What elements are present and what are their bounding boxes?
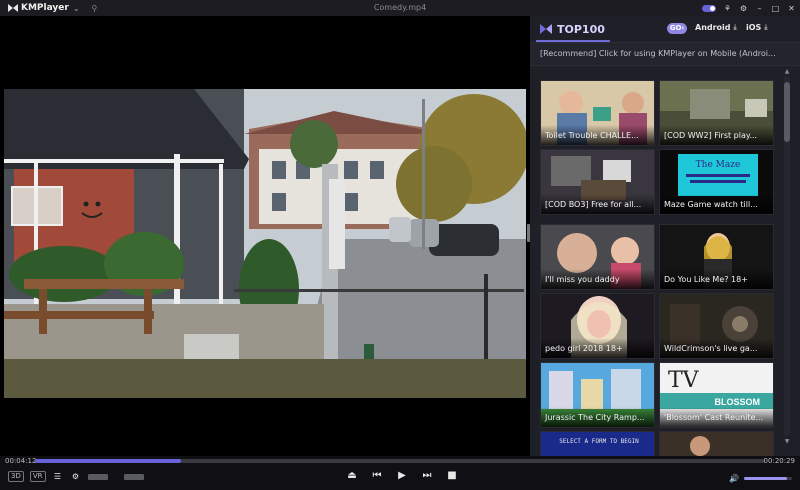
video-thumbnail[interactable]: Do You Like Me? 18+ — [659, 224, 774, 290]
3d-button[interactable]: 3D — [8, 471, 24, 482]
recommend-banner[interactable]: [Recommend] Click for using KMPlayer on … — [530, 42, 800, 66]
video-frame[interactable] — [4, 89, 526, 398]
video-title: Do You Like Me? 18+ — [660, 269, 773, 289]
eject-icon[interactable]: ⏏ — [346, 470, 358, 481]
go-button[interactable]: GO› — [667, 23, 687, 34]
pin-icon[interactable]: ⚲ — [92, 4, 98, 13]
seek-row: 00:04:12 00:20:29 — [0, 456, 800, 466]
ios-download-link[interactable]: iOS ⤓ — [746, 23, 767, 32]
vr-button[interactable]: VR — [29, 471, 46, 482]
video-title: [COD WW2] First play... — [660, 125, 773, 145]
top100-logo-icon — [540, 24, 552, 34]
playlist-icon[interactable]: ☰ — [52, 472, 64, 481]
video-title: Maze Game watch till... — [660, 194, 773, 214]
settings-icon[interactable]: ⚙ — [739, 4, 748, 13]
previous-icon[interactable]: ⏮ — [371, 470, 383, 481]
thumbnail-image — [660, 432, 773, 456]
video-area[interactable] — [0, 16, 530, 456]
chevron-down-icon: ⌄ — [72, 3, 80, 13]
video-scene — [4, 89, 526, 398]
video-title: pedo girl 2018 18+ — [541, 338, 654, 358]
app-menu-button[interactable]: KMPlayer ⌄ — [8, 3, 80, 13]
panel-header: TOP100 GO› Android ⤓ iOS ⤓ — [530, 16, 800, 42]
download-icon: ⤓ — [764, 23, 768, 31]
audio-toggle[interactable] — [123, 473, 144, 480]
panel-title[interactable]: TOP100 — [557, 23, 605, 36]
maze-title-text: The Maze — [696, 160, 741, 170]
stop-icon[interactable]: ■ — [446, 470, 458, 481]
video-title: WildCrimson's live ga... — [660, 338, 773, 358]
android-download-link[interactable]: Android ⤓ — [695, 23, 737, 32]
next-icon[interactable]: ⏭ — [421, 470, 433, 481]
title-bar: KMPlayer ⌄ ⚲ Comedy.mp4 ⚘ ⚙ – □ ✕ — [0, 0, 800, 16]
video-thumbnail[interactable]: [COD BO3] Free for all... — [540, 149, 655, 215]
video-thumbnail[interactable]: I'll miss you daddy — [540, 224, 655, 290]
subtitle-toggle[interactable] — [87, 473, 108, 480]
close-button[interactable]: ✕ — [787, 4, 796, 13]
maximize-button[interactable]: □ — [771, 4, 780, 13]
scroll-down-arrow[interactable]: ▼ — [784, 438, 790, 445]
seek-bar-fill — [35, 459, 181, 463]
video-thumbnail[interactable]: Jurassic The City Ramp... — [540, 362, 655, 428]
video-thumbnail[interactable]: [COD WW2] First play... — [659, 80, 774, 146]
video-thumbnail[interactable]: pedo girl 2018 18+ — [540, 293, 655, 359]
blossom-logo-text: BLOSSOM — [714, 397, 760, 407]
kmplayer-logo-icon — [8, 4, 18, 12]
settings-icon[interactable]: ⚙ — [70, 472, 82, 481]
tv-logo-text: TV — [668, 368, 700, 393]
volume-slider[interactable] — [744, 477, 792, 480]
panel-scrollbar[interactable] — [784, 76, 790, 436]
minimize-button[interactable]: – — [755, 4, 764, 13]
download-icon: ⤓ — [733, 23, 737, 31]
game-menu-text: SELECT A FORM TO BEGIN — [559, 438, 639, 445]
video-thumbnail[interactable]: SELECT A FORM TO BEGIN — [540, 431, 655, 456]
active-tab-indicator — [536, 40, 610, 42]
seek-bar[interactable] — [35, 459, 765, 463]
android-label: Android — [695, 23, 731, 32]
video-grid: Toilet Trouble CHALLE... [COD WW2] First… — [540, 80, 774, 456]
volume-icon[interactable]: 🔊 — [729, 474, 739, 483]
scrollbar-thumb[interactable] — [784, 82, 790, 142]
video-thumbnail[interactable]: WildCrimson's live ga... — [659, 293, 774, 359]
video-thumbnail[interactable]: Toilet Trouble CHALLE... — [540, 80, 655, 146]
video-title: Jurassic The City Ramp... — [541, 407, 654, 427]
video-title: Toilet Trouble CHALLE... — [541, 125, 654, 145]
skin-toggle[interactable] — [702, 4, 716, 12]
video-thumbnail[interactable]: TV BLOSSOM 'Blossom' Cast Reunite... — [659, 362, 774, 428]
volume-fill — [744, 477, 788, 480]
scroll-up-arrow[interactable]: ▲ — [784, 68, 790, 75]
thumbnail-image: SELECT A FORM TO BEGIN — [541, 432, 654, 456]
video-title: I'll miss you daddy — [541, 269, 654, 289]
control-bar: 3D VR ☰ ⚙ ⏏ ⏮ ▶ ⏭ ■ 🔊 — [0, 466, 800, 490]
ios-label: iOS — [746, 23, 762, 32]
video-title: [COD BO3] Free for all... — [541, 194, 654, 214]
pin-window-icon[interactable]: ⚘ — [723, 4, 732, 13]
go-label: GO — [669, 24, 682, 32]
video-title: 'Blossom' Cast Reunite... — [660, 407, 773, 427]
app-brand: KMPlayer — [21, 3, 69, 13]
video-thumbnail[interactable]: The Maze Maze Game watch till... — [659, 149, 774, 215]
current-time: 00:04:12 — [5, 457, 37, 465]
video-thumbnail[interactable] — [659, 431, 774, 456]
play-icon[interactable]: ▶ — [396, 470, 408, 481]
total-time: 00:20:29 — [763, 457, 795, 465]
window-title: Comedy.mp4 — [373, 3, 427, 12]
